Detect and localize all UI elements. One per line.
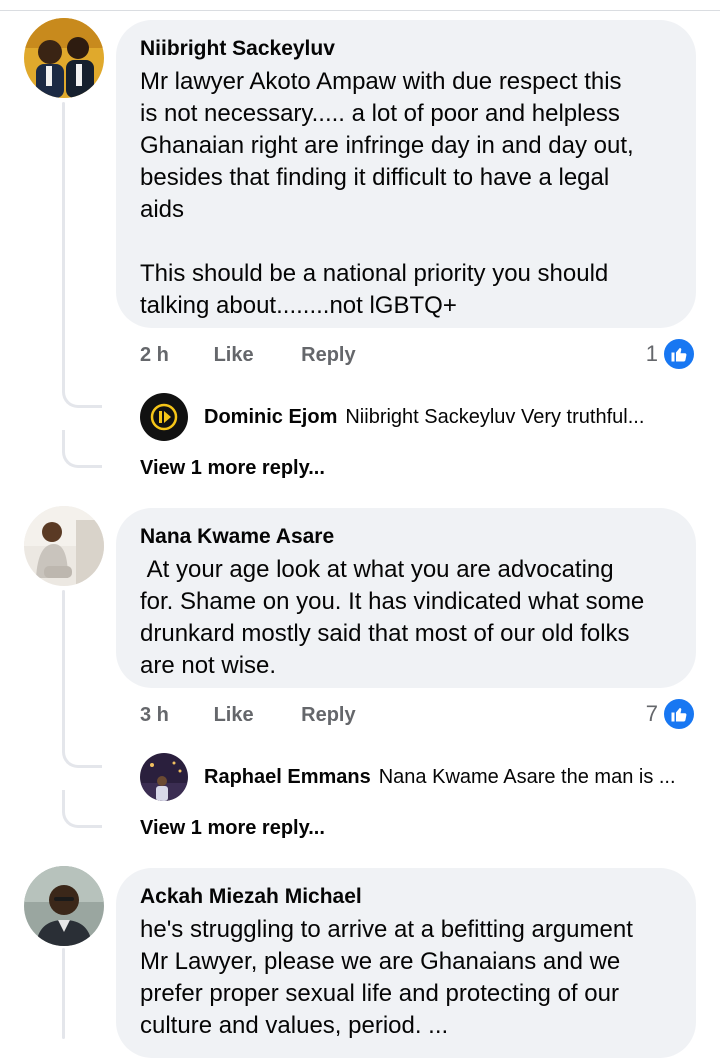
thread-connector <box>62 790 102 828</box>
comment-actions: 3 h Like Reply <box>140 700 356 730</box>
comment-actions: 2 h Like Reply <box>140 340 356 370</box>
comment-text: Mr lawyer Akoto Ampaw with due respect t… <box>140 68 634 319</box>
avatar[interactable] <box>24 18 104 98</box>
thread-connector <box>62 430 102 468</box>
reaction-summary[interactable]: 1 <box>646 337 696 371</box>
reply-avatar <box>140 753 188 801</box>
comment-author[interactable]: Nana Kwame Asare <box>140 524 672 550</box>
top-divider <box>0 10 720 11</box>
avatar[interactable] <box>24 866 104 946</box>
reply-preview[interactable]: Dominic Ejom Niibright Sackeyluv Very tr… <box>140 392 644 442</box>
comment-timestamp[interactable]: 3 h <box>140 700 208 730</box>
like-thumbs-up-icon <box>662 337 696 371</box>
comment-bubble: Niibright Sackeyluv Mr lawyer Akoto Ampa… <box>116 20 696 328</box>
thread-connector <box>62 730 102 768</box>
reply-preview[interactable]: Raphael Emmans Nana Kwame Asare the man … <box>140 752 676 802</box>
reply-avatar <box>140 393 188 441</box>
reaction-count: 1 <box>645 341 658 366</box>
comment-author[interactable]: Ackah Miezah Michael <box>140 884 672 910</box>
thread-connector <box>62 370 102 408</box>
reply-button[interactable]: Reply <box>301 340 355 370</box>
reaction-summary[interactable]: 7 <box>646 697 696 731</box>
reply-author[interactable]: Raphael Emmans <box>204 766 371 789</box>
like-button[interactable]: Like <box>214 340 296 370</box>
reply-text: Niibright Sackeyluv Very truthful... <box>345 405 645 428</box>
avatar[interactable] <box>24 506 104 586</box>
comment-timestamp[interactable]: 2 h <box>140 340 208 370</box>
comment-bubble: Nana Kwame Asare At your age look at wha… <box>116 508 696 688</box>
comment-bubble: Ackah Miezah Michael he's struggling to … <box>116 868 696 1058</box>
thread-line <box>62 102 65 382</box>
thread-line <box>62 590 65 740</box>
reaction-count: 7 <box>645 701 658 726</box>
view-more-replies-link[interactable]: View 1 more reply... <box>140 814 325 842</box>
reply-button[interactable]: Reply <box>301 700 355 730</box>
reply-author[interactable]: Dominic Ejom <box>204 406 337 429</box>
view-more-replies-link[interactable]: View 1 more reply... <box>140 454 325 482</box>
comment-author[interactable]: Niibright Sackeyluv <box>140 36 672 62</box>
like-button[interactable]: Like <box>214 700 296 730</box>
comment-text: he's struggling to arrive at a befitting… <box>140 916 633 1039</box>
reply-text: Nana Kwame Asare the man is ... <box>378 765 676 788</box>
thread-line <box>62 948 65 1039</box>
comment-text: At your age look at what you are advocat… <box>140 556 645 679</box>
like-thumbs-up-icon <box>662 697 696 731</box>
